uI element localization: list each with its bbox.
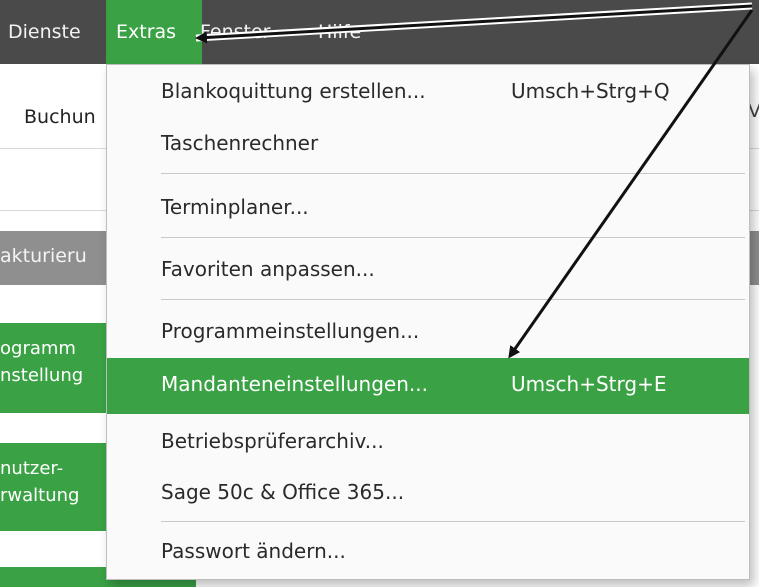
menu-fenster[interactable]: Fenster <box>200 0 270 64</box>
user-management-line1: nutzer- <box>0 458 64 479</box>
menu-item-label: Terminplaner... <box>161 195 309 219</box>
menu-item-label: Blankoquittung erstellen... <box>161 79 426 103</box>
menu-item-programmeinstellungen[interactable]: Programmeinstellungen... <box>107 305 749 361</box>
menu-separator <box>161 237 745 238</box>
menu-dienste[interactable]: Dienste <box>8 0 81 64</box>
menu-item-label: Passwort ändern... <box>161 539 346 563</box>
menu-extras[interactable]: Extras <box>106 0 202 64</box>
menu-item-label: Favoriten anpassen... <box>161 257 375 281</box>
menu-item-betriebspruferarchiv[interactable]: Betriebsprüferarchiv... <box>107 415 749 471</box>
menu-hilfe[interactable]: Hilfe <box>318 0 361 64</box>
menu-item-label: Taschenrechner <box>161 131 319 155</box>
menu-item-shortcut: Umsch+Strg+Q <box>511 79 670 103</box>
menu-item-mandanteneinstellungen[interactable]: Mandanteneinstellungen... Umsch+Strg+E <box>107 358 749 414</box>
program-settings-line1: ogramm <box>0 338 76 359</box>
menu-item-label: Sage 50c & Office 365... <box>161 480 405 504</box>
menu-item-label: Betriebsprüferarchiv... <box>161 429 384 453</box>
menu-separator <box>161 173 745 174</box>
program-settings-line2: nstellung <box>0 365 84 386</box>
menu-item-sage-office365[interactable]: Sage 50c & Office 365... <box>107 466 749 522</box>
menu-separator <box>161 521 745 522</box>
program-settings-button[interactable]: ogramm nstellung <box>0 323 110 413</box>
menu-item-favoriten-anpassen[interactable]: Favoriten anpassen... <box>107 243 749 299</box>
menu-bar: Dienste Extras Fenster Hilfe <box>0 0 759 64</box>
menu-item-blankoquittung[interactable]: Blankoquittung erstellen... Umsch+Strg+Q <box>107 65 749 121</box>
menu-item-terminplaner[interactable]: Terminplaner... <box>107 181 749 237</box>
menu-item-passwort-aendern[interactable]: Passwort ändern... <box>107 525 749 581</box>
menu-item-label: Programmeinstellungen... <box>161 319 420 343</box>
section-header-label: akturieru <box>0 245 87 267</box>
user-management-line2: rwaltung <box>0 485 80 506</box>
menu-item-shortcut: Umsch+Strg+E <box>511 372 667 396</box>
menu-item-label: Mandanteneinstellungen... <box>161 372 428 396</box>
menu-item-taschenrechner[interactable]: Taschenrechner <box>107 117 749 173</box>
menu-separator <box>161 299 745 300</box>
user-management-button[interactable]: nutzer- rwaltung <box>0 443 110 531</box>
extras-dropdown-menu: Blankoquittung erstellen... Umsch+Strg+Q… <box>106 64 750 580</box>
toolbar-item-buchungen[interactable]: Buchun <box>24 106 96 128</box>
